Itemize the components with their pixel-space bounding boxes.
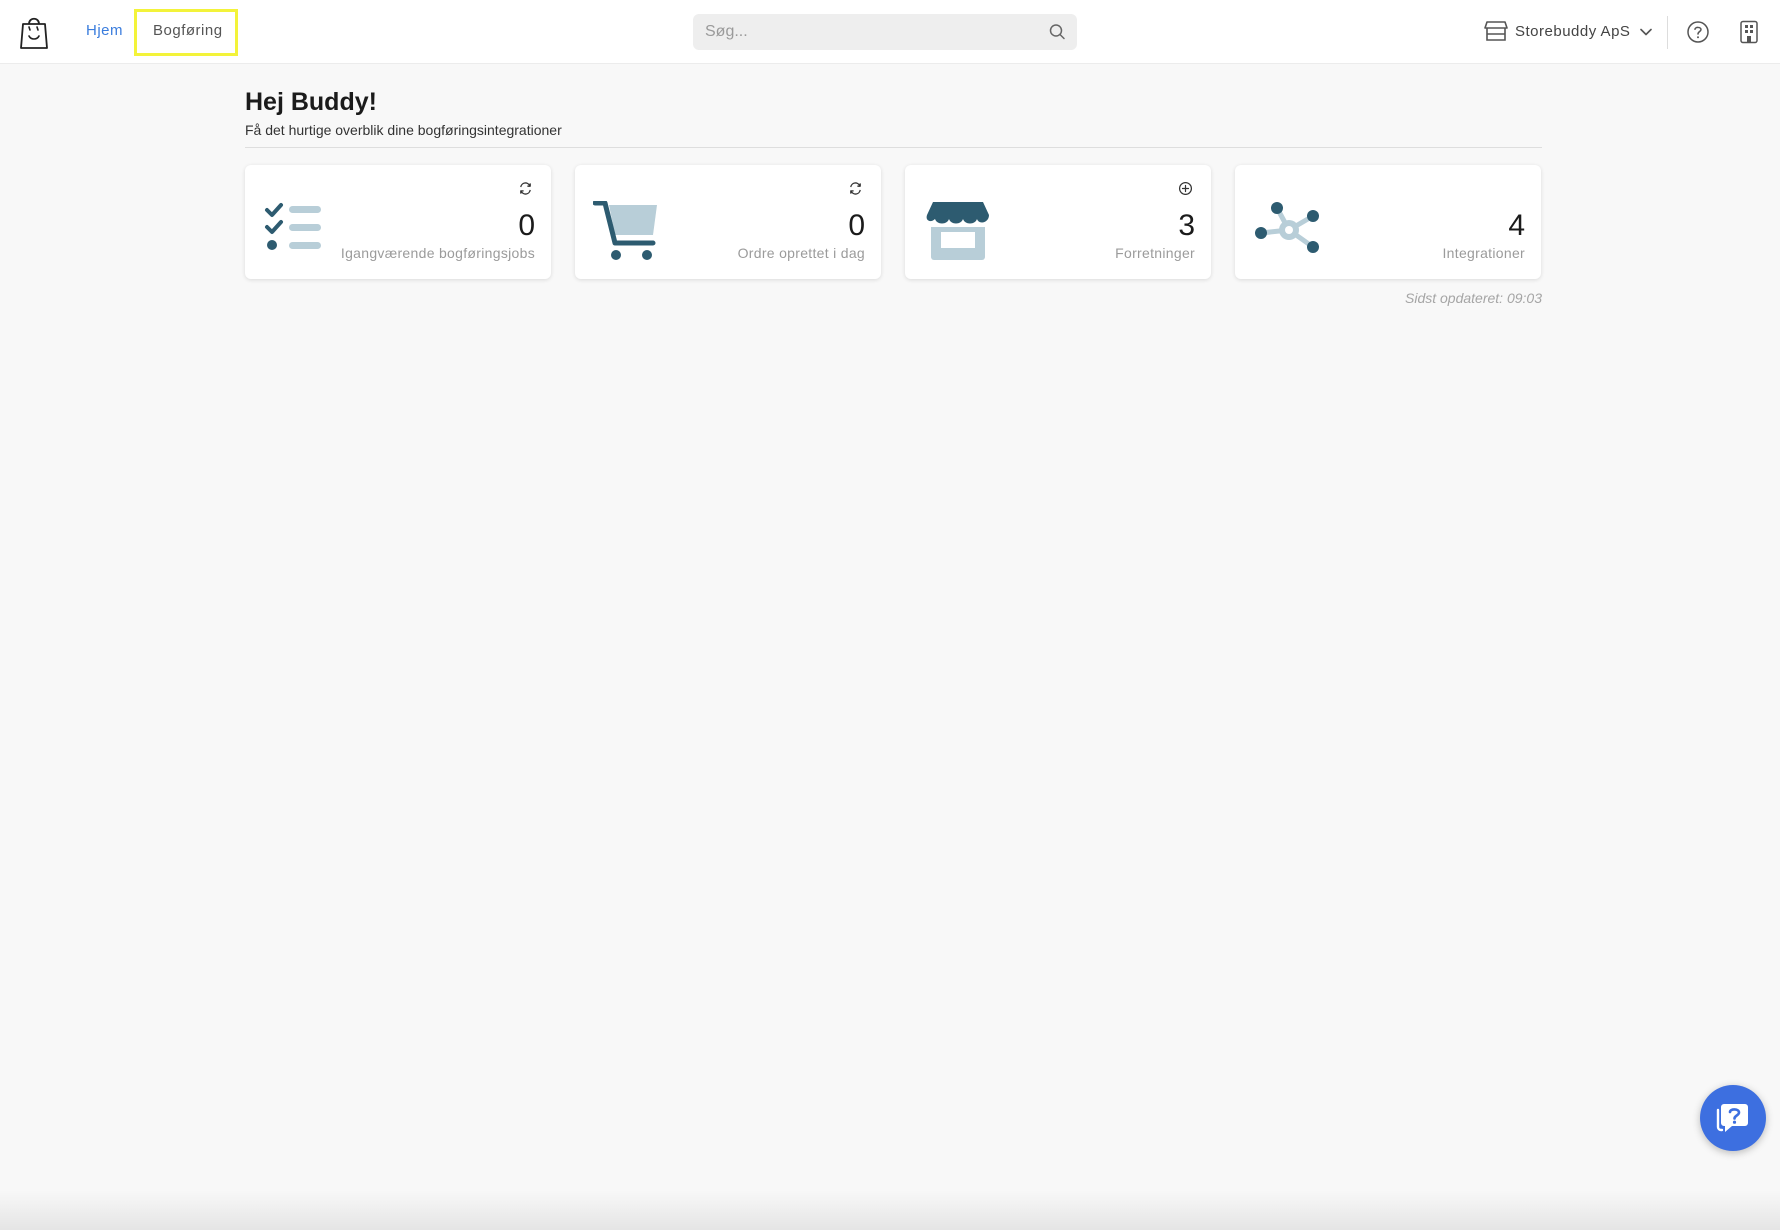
stat-card-integrations[interactable]: 4 Integrationer	[1235, 165, 1541, 279]
building-icon[interactable]	[1738, 20, 1760, 44]
company-name: Storebuddy ApS	[1515, 23, 1631, 40]
network-icon	[1255, 202, 1319, 253]
stat-label: Ordre oprettet i dag	[737, 245, 865, 261]
checklist-icon	[265, 203, 321, 250]
nav-link-bookkeeping[interactable]: Bogføring	[153, 22, 223, 39]
top-navigation-bar: Hjem Bogføring Storebuddy ApS	[0, 0, 1780, 64]
cart-icon	[593, 201, 657, 260]
last-updated-text: Sidst opdateret: 09:03	[1405, 290, 1542, 306]
nav-link-home[interactable]: Hjem	[86, 22, 123, 39]
stat-card-orders-today[interactable]: 0 Ordre oprettet i dag	[575, 165, 881, 279]
chevron-down-icon	[1640, 28, 1652, 36]
plus-circle-icon[interactable]	[1178, 181, 1193, 196]
stat-value: 4	[1508, 209, 1525, 242]
stat-card-bookkeeping-jobs[interactable]: 0 Igangværende bogføringsjobs	[245, 165, 551, 279]
stat-value: 0	[848, 209, 865, 242]
search-input[interactable]	[693, 14, 1057, 50]
bottom-shadow	[0, 1190, 1780, 1230]
store-icon	[1484, 21, 1508, 41]
stat-label: Igangværende bogføringsjobs	[340, 245, 535, 261]
page-title: Hej Buddy!	[245, 88, 377, 116]
storebuddy-logo-icon[interactable]	[18, 13, 50, 51]
page-subtitle: Få det hurtige overblik dine bogføringsi…	[245, 122, 562, 138]
stat-label: Forretninger	[1115, 245, 1195, 261]
chat-support-button[interactable]	[1700, 1085, 1766, 1151]
search-icon[interactable]	[1047, 22, 1067, 42]
refresh-icon[interactable]	[848, 181, 863, 196]
stat-card-stores[interactable]: 3 Forretninger	[905, 165, 1211, 279]
stat-value: 3	[1178, 209, 1195, 242]
stat-value: 0	[518, 209, 535, 242]
storefront-icon	[926, 202, 989, 260]
section-divider	[245, 147, 1542, 148]
header-divider	[1667, 16, 1668, 49]
chat-question-icon	[1716, 1104, 1748, 1132]
stat-label: Integrationer	[1442, 245, 1525, 261]
search-bar	[693, 14, 1077, 50]
refresh-icon[interactable]	[518, 181, 533, 196]
help-icon[interactable]	[1686, 20, 1710, 44]
